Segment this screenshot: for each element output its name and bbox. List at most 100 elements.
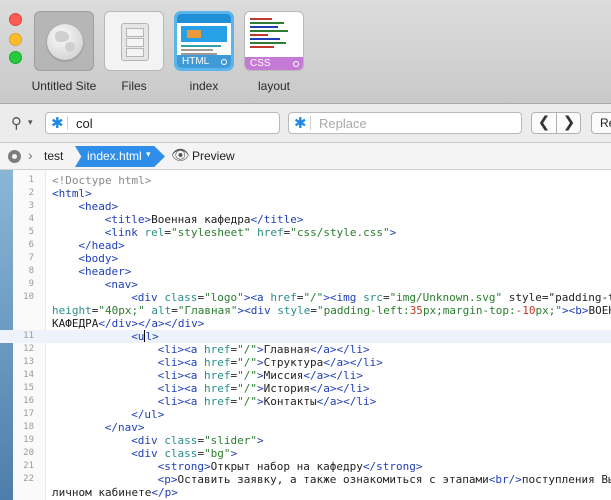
tile-files[interactable]: Files [104, 11, 164, 93]
window-maximize-button[interactable] [9, 51, 22, 64]
file-strip: Untitled Site Files HTML index CSS layou… [0, 0, 611, 104]
code-line[interactable]: 10 <div class="logo"><a href="/"><img src… [0, 291, 611, 304]
replace-button[interactable]: Re [591, 112, 611, 134]
line-number: 6 [28, 240, 34, 250]
code-line[interactable]: 17 </ul> [0, 408, 611, 421]
text-cursor [144, 330, 146, 342]
code-line[interactable]: 3 <head> [0, 200, 611, 213]
index-thumbnail: HTML [174, 11, 234, 71]
site-thumbnail [34, 11, 94, 71]
window-minimize-button[interactable] [9, 33, 22, 46]
code-text[interactable]: <li><a href="/">История</a></li> [158, 382, 370, 395]
code-text[interactable]: КАФЕДРА</div></a></div> [52, 317, 204, 330]
code-line[interactable]: 19 <div class="slider"> [0, 434, 611, 447]
tile-caption: layout [257, 79, 291, 93]
breadcrumb-item-test[interactable]: test [44, 149, 63, 163]
code-line[interactable]: 1 <!Doctype html> [0, 174, 611, 187]
find-input-value[interactable]: col [76, 116, 93, 131]
line-number: 8 [28, 266, 34, 276]
line-number: 1 [28, 175, 34, 185]
code-text[interactable]: <div class="bg"> [131, 447, 237, 460]
code-text[interactable]: <header> [78, 265, 131, 278]
code-text[interactable]: <link rel="stylesheet" href="css/style.c… [105, 226, 396, 239]
code-line[interactable]: 22 <p>Оставить заявку, а также ознакомить… [0, 473, 611, 486]
code-line[interactable]: 8 <header> [0, 265, 611, 278]
search-icon[interactable]: ⚲ [11, 114, 22, 132]
replace-placeholder[interactable]: Replace [319, 116, 367, 131]
tile-layout-css[interactable]: CSS layout [244, 11, 304, 93]
tile-index-html[interactable]: HTML index [174, 11, 234, 93]
code-text[interactable]: </nav> [105, 421, 145, 434]
file-cabinet-icon [121, 23, 149, 61]
find-replace-bar: ⚲ ▾ ✱ col ✱ Replace ❮ ❯ Re [0, 104, 611, 143]
code-line[interactable]: 14 <li><a href="/">Миссия</a></li> [0, 369, 611, 382]
breadcrumb-item-index-html[interactable]: index.html [75, 146, 165, 167]
line-number: 22 [23, 474, 34, 484]
code-line[interactable]: 6 </head> [0, 239, 611, 252]
code-text[interactable]: <li><a href="/">Контакты</a></li> [158, 395, 377, 408]
eye-icon[interactable]: 👁 [171, 148, 190, 164]
find-input[interactable]: ✱ col [45, 112, 280, 134]
status-dot-icon [221, 59, 227, 65]
code-text[interactable]: height="40px;" alt="Главная"><div style=… [52, 304, 611, 317]
line-number: 19 [23, 435, 34, 445]
code-line[interactable]: 5 <link rel="stylesheet" href="css/style.… [0, 226, 611, 239]
regex-asterisk-icon[interactable]: ✱ [51, 115, 64, 132]
code-text[interactable]: <li><a href="/">Миссия</a></li> [158, 369, 363, 382]
line-number: 13 [23, 357, 34, 367]
line-number: 5 [28, 227, 34, 237]
layout-thumbnail: CSS [244, 11, 304, 71]
line-number: 4 [28, 214, 34, 224]
line-number: 20 [23, 448, 34, 458]
code-editor[interactable]: 1 <!Doctype html> 2 <html> 3 <head> 4 <title>Во… [0, 170, 611, 500]
code-text[interactable]: <title>Военная кафедра</title> [105, 213, 304, 226]
code-text[interactable]: <head> [78, 200, 118, 213]
code-line[interactable]: 9 <nav> [0, 278, 611, 291]
code-line[interactable]: 20 <div class="bg"> [0, 447, 611, 460]
code-text[interactable]: <body> [78, 252, 118, 265]
line-number: 7 [28, 253, 34, 263]
code-text[interactable]: <div class="slider"> [131, 434, 263, 447]
code-line[interactable]: 11 <ul> [0, 330, 611, 343]
code-line-wrap[interactable]: height="40px;" alt="Главная"><div style=… [0, 304, 611, 317]
code-text[interactable]: <ul> [131, 330, 159, 343]
match-navigation: ❮ ❯ [531, 112, 581, 134]
code-line[interactable]: 12 <li><a href="/">Главная</a></li> [0, 343, 611, 356]
code-text[interactable]: </ul> [131, 408, 164, 421]
code-text[interactable]: <strong>Открыт набор на кафедру</strong> [158, 460, 423, 473]
code-line[interactable]: 7 <body> [0, 252, 611, 265]
code-line[interactable]: 18 </nav> [0, 421, 611, 434]
code-text[interactable]: </head> [78, 239, 124, 252]
code-line-wrap[interactable]: личном кабинете</p> [0, 486, 611, 499]
chevron-down-icon[interactable]: ▾ [28, 117, 33, 128]
preview-button[interactable]: Preview [192, 149, 235, 163]
code-line[interactable]: 16 <li><a href="/">Контакты</a></li> [0, 395, 611, 408]
code-text[interactable]: <html> [52, 187, 92, 200]
code-line[interactable]: 2 <html> [0, 187, 611, 200]
code-text[interactable]: <!Doctype html> [52, 174, 151, 187]
line-number: 3 [28, 201, 34, 211]
code-line[interactable]: 15 <li><a href="/">История</a></li> [0, 382, 611, 395]
tile-untitled-site[interactable]: Untitled Site [32, 11, 96, 93]
line-number: 21 [23, 461, 34, 471]
line-number: 18 [23, 422, 34, 432]
replace-input[interactable]: ✱ Replace [288, 112, 522, 134]
code-line[interactable]: 13 <li><a href="/">Структура</a></li> [0, 356, 611, 369]
next-match-button[interactable]: ❯ [557, 113, 581, 133]
chevron-down-icon[interactable]: ▾ [146, 149, 151, 160]
line-number: 9 [28, 279, 34, 289]
code-text[interactable]: <nav> [105, 278, 138, 291]
line-number: 10 [23, 292, 34, 302]
code-line-wrap[interactable]: КАФЕДРА</div></a></div> [0, 317, 611, 330]
previous-match-button[interactable]: ❮ [532, 113, 556, 133]
code-text[interactable]: личном кабинете</p> [52, 486, 178, 499]
regex-asterisk-icon[interactable]: ✱ [294, 115, 307, 132]
code-text[interactable]: <p>Оставить заявку, а также ознакомиться… [158, 473, 611, 486]
code-text[interactable]: <li><a href="/">Структура</a></li> [158, 356, 383, 369]
code-text[interactable]: <li><a href="/">Главная</a></li> [158, 343, 370, 356]
sidebar-toggle-icon[interactable] [8, 150, 21, 163]
code-line[interactable]: 21 <strong>Открыт набор на кафедру</stron… [0, 460, 611, 473]
window-close-button[interactable] [9, 13, 22, 26]
code-text[interactable]: <div class="logo"><a href="/"><img src="… [131, 291, 611, 304]
code-line[interactable]: 4 <title>Военная кафедра</title> [0, 213, 611, 226]
